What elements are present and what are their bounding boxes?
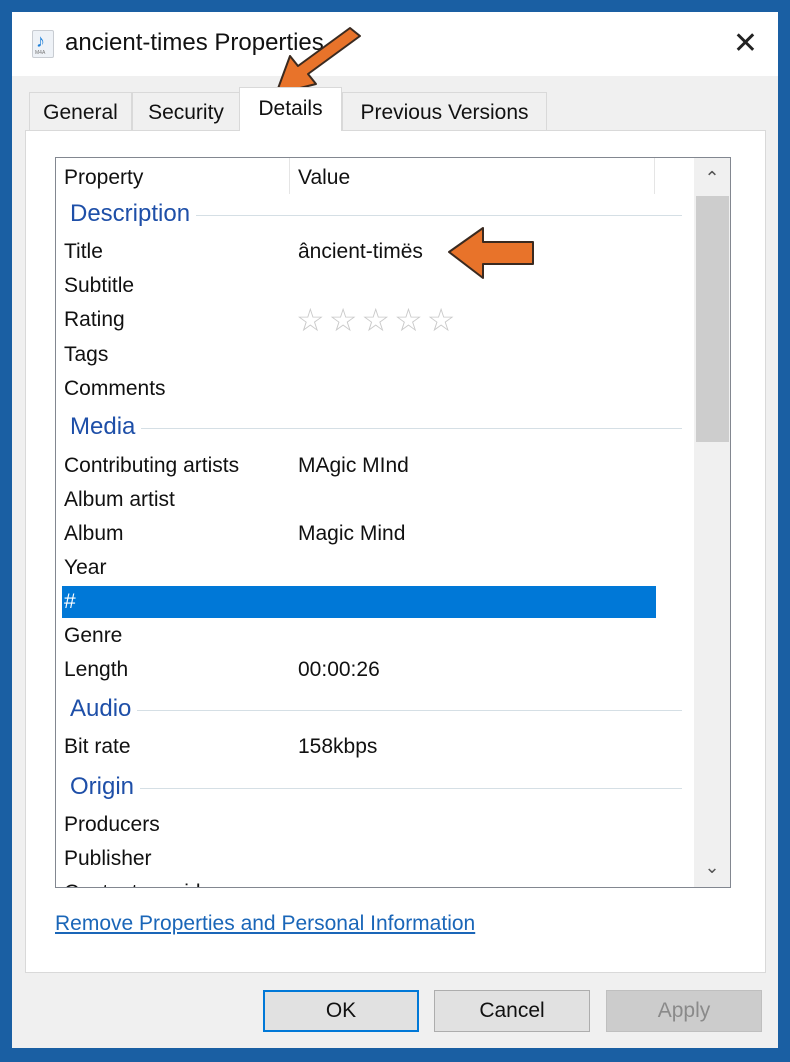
list-row[interactable]: Album Magic Mind xyxy=(56,518,692,550)
scroll-up-icon[interactable]: ⌃ xyxy=(694,160,730,196)
list-row[interactable]: Length 00:00:26 xyxy=(56,654,692,686)
property-name: Rating xyxy=(64,308,125,331)
group-divider xyxy=(70,788,682,789)
group-label: Audio xyxy=(70,695,138,723)
list-row[interactable]: # xyxy=(62,586,656,618)
property-value: âncient-timës xyxy=(298,240,423,263)
property-name: # xyxy=(64,590,76,613)
group-header[interactable]: Origin xyxy=(56,771,692,805)
property-name: Album artist xyxy=(64,488,175,511)
property-value: Magic Mind xyxy=(298,522,406,545)
property-name: Producers xyxy=(64,813,160,836)
rating-stars[interactable]: ☆☆☆☆☆ xyxy=(296,304,459,336)
property-name: Bit rate xyxy=(64,735,131,758)
property-name: Year xyxy=(64,556,107,579)
group-divider xyxy=(70,428,682,429)
property-name: Contributing artists xyxy=(64,454,240,477)
list-row[interactable]: Title âncient-timës xyxy=(56,236,692,268)
list-row[interactable]: Subtitle xyxy=(56,270,692,302)
group-label: Origin xyxy=(70,773,141,801)
list-row[interactable]: Year xyxy=(56,552,692,584)
property-name: Publisher xyxy=(64,847,152,870)
list-row[interactable]: Publisher xyxy=(56,843,692,875)
list-row[interactable]: Contributing artists MAgic MInd xyxy=(56,450,692,482)
group-label: Media xyxy=(70,413,142,441)
list-row[interactable]: Rating ☆☆☆☆☆ xyxy=(56,304,692,336)
property-name: Comments xyxy=(64,377,166,400)
property-value: 00:00:26 xyxy=(298,658,380,681)
list-row[interactable]: Content provider xyxy=(56,877,692,887)
column-property[interactable]: Property xyxy=(64,166,143,190)
group-header[interactable]: Media xyxy=(56,411,692,445)
property-name: Album xyxy=(64,522,124,545)
scroll-down-icon[interactable]: ⌄ xyxy=(694,849,730,885)
property-name: Length xyxy=(64,658,129,681)
tab-general[interactable]: General xyxy=(29,92,132,130)
close-button[interactable]: ✕ xyxy=(733,26,758,61)
group-divider xyxy=(70,710,682,711)
scrollbar-thumb[interactable] xyxy=(696,196,729,442)
group-header[interactable]: Audio xyxy=(56,693,692,727)
list-row[interactable]: Tags xyxy=(56,339,692,371)
m4a-file-icon: ♪ M4A xyxy=(32,30,54,58)
window-title: ancient-times Properties xyxy=(65,29,324,56)
title-bar: ♪ M4A ancient-times Properties ✕ xyxy=(12,12,778,76)
list-row[interactable]: Album artist xyxy=(56,484,692,516)
list-row[interactable]: Bit rate 158kbps xyxy=(56,731,692,763)
property-name: Tags xyxy=(64,343,109,366)
tab-previous-versions[interactable]: Previous Versions xyxy=(342,92,547,130)
property-name: Title xyxy=(64,240,103,263)
list-row[interactable]: Comments xyxy=(56,373,692,405)
group-label: Description xyxy=(70,200,197,228)
property-value: MAgic MInd xyxy=(298,454,409,477)
remove-properties-link[interactable]: Remove Properties and Personal Informati… xyxy=(55,912,475,936)
column-value[interactable]: Value xyxy=(298,166,350,190)
cancel-button[interactable]: Cancel xyxy=(434,990,590,1032)
property-name: Genre xyxy=(64,624,123,647)
list-row[interactable]: Genre xyxy=(56,620,692,652)
ok-button[interactable]: OK xyxy=(263,990,419,1032)
property-name: Subtitle xyxy=(64,274,135,297)
vertical-scrollbar[interactable]: ⌃ ⌄ xyxy=(694,158,730,887)
list-row[interactable]: Producers xyxy=(56,809,692,841)
property-value: 158kbps xyxy=(298,735,378,758)
apply-button[interactable]: Apply xyxy=(606,990,762,1032)
group-header[interactable]: Description xyxy=(56,198,692,232)
tab-security[interactable]: Security xyxy=(132,92,240,130)
properties-dialog: ♪ M4A ancient-times Properties ✕ General … xyxy=(12,12,778,1048)
list-header: Property Value xyxy=(56,158,692,196)
properties-list[interactable]: Property Value Description Title âncient-t… xyxy=(55,157,731,888)
property-name: Content provider xyxy=(64,881,219,887)
tab-details[interactable]: Details xyxy=(239,87,342,131)
